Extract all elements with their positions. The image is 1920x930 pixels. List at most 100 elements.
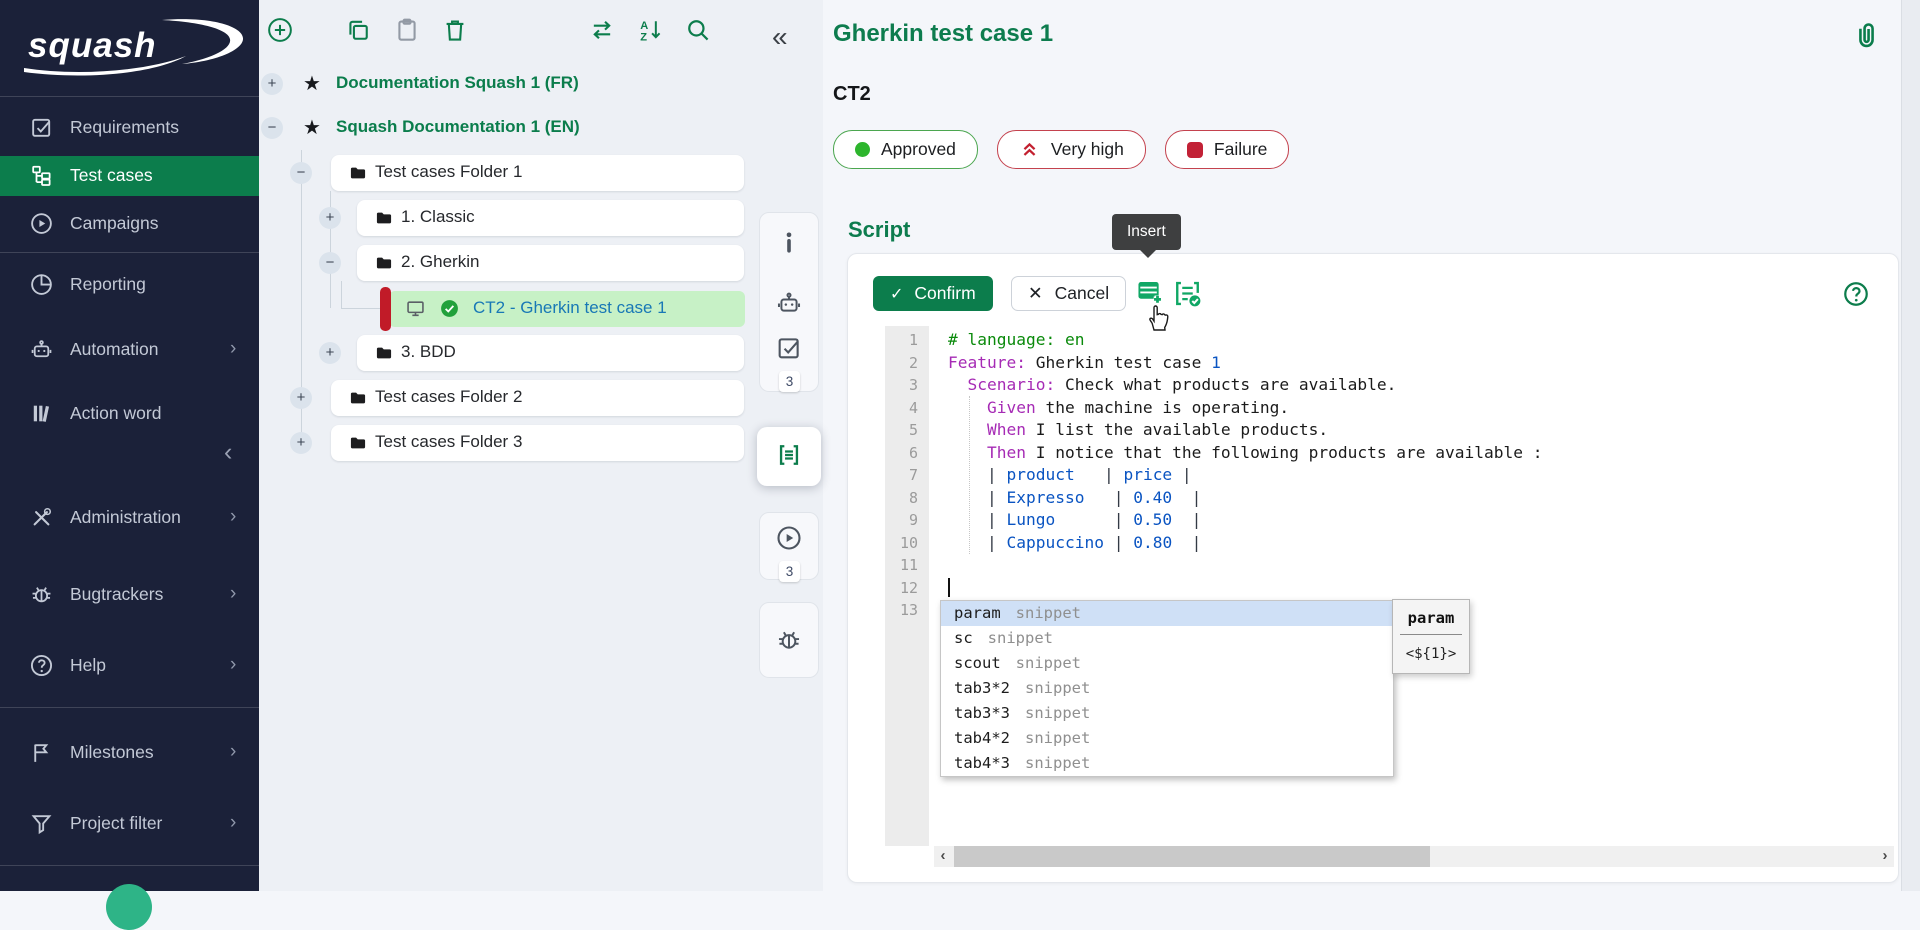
autocomplete-item-tab3-3[interactable]: tab3*3snippet	[941, 701, 1393, 726]
snippet-kind: snippet	[1025, 701, 1090, 726]
sidebar-item-automation[interactable]: Automation›	[0, 330, 259, 370]
monitor-icon	[405, 298, 426, 319]
sidebar-item-bugtrackers[interactable]: Bugtrackers›	[0, 575, 259, 615]
tree-node-2-gherkin[interactable]: 2. Gherkin	[357, 245, 744, 281]
autocomplete-item-param[interactable]: paramsnippet	[941, 601, 1393, 626]
swap-icon[interactable]	[588, 16, 616, 44]
autocomplete-item-sc[interactable]: scsnippet	[941, 626, 1393, 651]
code-line: | Expresso | 0.40 |	[948, 487, 1894, 510]
scrollbar-thumb[interactable]	[954, 846, 1430, 867]
autocomplete-item-tab4-2[interactable]: tab4*2snippet	[941, 726, 1393, 751]
badge-label: Failure	[1214, 139, 1268, 160]
favorite-star-icon[interactable]: ★	[303, 71, 321, 96]
chevron-right-icon: ›	[230, 338, 236, 360]
page-right-gutter	[1901, 0, 1920, 891]
line-number: 10	[885, 532, 929, 555]
sidebar-item-label: Requirements	[70, 117, 179, 138]
tree-toggle-icon[interactable]: +	[261, 73, 283, 95]
tree-node-test-cases-folder-1[interactable]: Test cases Folder 1	[331, 155, 744, 191]
validate-script-button[interactable]	[1172, 278, 1203, 309]
tree-toggle-icon[interactable]: −	[261, 117, 283, 139]
attachment-paperclip-icon[interactable]	[1851, 19, 1882, 54]
tree-toggle-icon[interactable]: +	[319, 342, 341, 364]
tree-node-test-cases-folder-3[interactable]: Test cases Folder 3	[331, 425, 744, 461]
snippet-kind: snippet	[1025, 676, 1090, 701]
autocomplete-item-tab3-2[interactable]: tab3*2snippet	[941, 676, 1393, 701]
sidebar-item-milestones[interactable]: Milestones›	[0, 733, 259, 773]
line-number: 9	[885, 509, 929, 532]
paste-icon[interactable]	[393, 16, 421, 44]
sidebar-item-administration[interactable]: Administration›	[0, 498, 259, 538]
delete-icon[interactable]	[441, 16, 469, 44]
confirm-button[interactable]: ✓ Confirm	[873, 276, 993, 311]
test-case-reference: CT2	[833, 83, 871, 106]
badge-label: Approved	[881, 139, 956, 160]
horizontal-scrollbar[interactable]: ‹ ›	[934, 846, 1894, 867]
sidebar-item-project-filter[interactable]: Project filter›	[0, 804, 259, 844]
x-icon: ✕	[1028, 283, 1043, 304]
autocomplete-item-scout[interactable]: scoutsnippet	[941, 651, 1393, 676]
scroll-left-icon[interactable]: ‹	[934, 846, 952, 867]
tab-script-icon[interactable]	[775, 441, 803, 469]
failure-square-icon	[1187, 142, 1203, 158]
tree-node-squash-documentation-1-en[interactable]: −★Squash Documentation 1 (EN)	[259, 110, 799, 146]
preview-title: param	[1393, 600, 1469, 634]
scroll-right-icon[interactable]: ›	[1876, 846, 1894, 867]
folder-icon	[374, 208, 394, 228]
add-icon[interactable]	[266, 16, 294, 44]
sidebar: squash Requirements Test cases Campaigns Re…	[0, 0, 259, 891]
code-line: # language: en	[948, 329, 1894, 352]
code-line: Scenario: Check what products are availa…	[948, 374, 1894, 397]
line-number: 6	[885, 442, 929, 465]
tree-node-ct2-gherkin-test-case-1[interactable]: CT2 - Gherkin test case 1	[389, 291, 745, 327]
cancel-button[interactable]: ✕ Cancel	[1011, 276, 1126, 311]
sidebar-item-test-cases[interactable]: Test cases	[0, 156, 259, 196]
check-badge-icon	[439, 298, 460, 319]
hand-cursor-icon	[1141, 300, 1173, 332]
code-line: Then I notice that the following product…	[948, 442, 1894, 465]
sidebar-item-requirements[interactable]: Requirements	[0, 108, 259, 148]
sort-icon[interactable]: AZ	[636, 16, 664, 44]
squash-logo[interactable]: squash	[14, 12, 246, 82]
test-case-tree-panel: AZ + ★ Documentation Squash 1 (FR) −★Squash…	[259, 0, 823, 891]
sidebar-item-action-word[interactable]: Action word	[0, 394, 259, 434]
code-line: | product | price |	[948, 464, 1894, 487]
sidebar-item-label: Project filter	[70, 813, 162, 834]
sidebar-item-campaigns[interactable]: Campaigns	[0, 204, 259, 244]
copy-icon[interactable]	[344, 16, 372, 44]
tab-count-badge: 3	[779, 371, 800, 392]
autocomplete-item-tab4-3[interactable]: tab4*3snippet	[941, 751, 1393, 776]
autocomplete-preview-tooltip: param <${1}>	[1392, 599, 1470, 674]
tree-node-1-classic[interactable]: 1. Classic	[357, 200, 744, 236]
insert-tooltip-label: Insert	[1127, 223, 1166, 240]
code-line: | Cappuccino | 0.80 |	[948, 532, 1894, 555]
confirm-button-label: Confirm	[914, 283, 975, 304]
tab-robot-icon[interactable]	[775, 289, 803, 317]
search-icon[interactable]	[684, 16, 712, 44]
tree-toggle-icon[interactable]: +	[290, 387, 312, 409]
tree-toggle-icon[interactable]: +	[319, 207, 341, 229]
tab-info-icon[interactable]	[775, 229, 803, 257]
sidebar-item-help[interactable]: Help›	[0, 646, 259, 686]
help-icon	[29, 653, 54, 678]
tree-toggle-icon[interactable]: +	[290, 432, 312, 454]
tree-node-3-bdd[interactable]: 3. BDD	[357, 335, 744, 371]
tree-node-label: Documentation Squash 1 (FR)	[336, 73, 579, 93]
favorite-star-icon[interactable]: ★	[303, 115, 321, 140]
sidebar-collapse-chevron-icon[interactable]: ‹	[224, 440, 232, 465]
sidebar-divider	[0, 252, 259, 253]
help-circle-icon[interactable]	[1842, 280, 1870, 308]
tab-bug-icon[interactable]	[775, 626, 803, 654]
tree-node-documentation-squash-1-fr[interactable]: + ★ Documentation Squash 1 (FR)	[259, 66, 799, 102]
tree-node-label: 1. Classic	[401, 207, 475, 227]
tree-toggle-icon[interactable]: −	[290, 162, 312, 184]
tab-checklist-icon[interactable]	[775, 334, 803, 362]
sidebar-divider	[0, 96, 259, 97]
very-high-chevrons-icon	[1019, 139, 1040, 160]
tree-node-test-cases-folder-2[interactable]: Test cases Folder 2	[331, 380, 744, 416]
tab-play-icon[interactable]	[775, 524, 803, 552]
tree-toggle-icon[interactable]: −	[319, 252, 341, 274]
autocomplete-dropdown: paramsnippetscsnippetscoutsnippettab3*2s…	[940, 600, 1394, 777]
collapse-tree-button[interactable]: «	[772, 23, 788, 51]
sidebar-item-reporting[interactable]: Reporting	[0, 265, 259, 305]
